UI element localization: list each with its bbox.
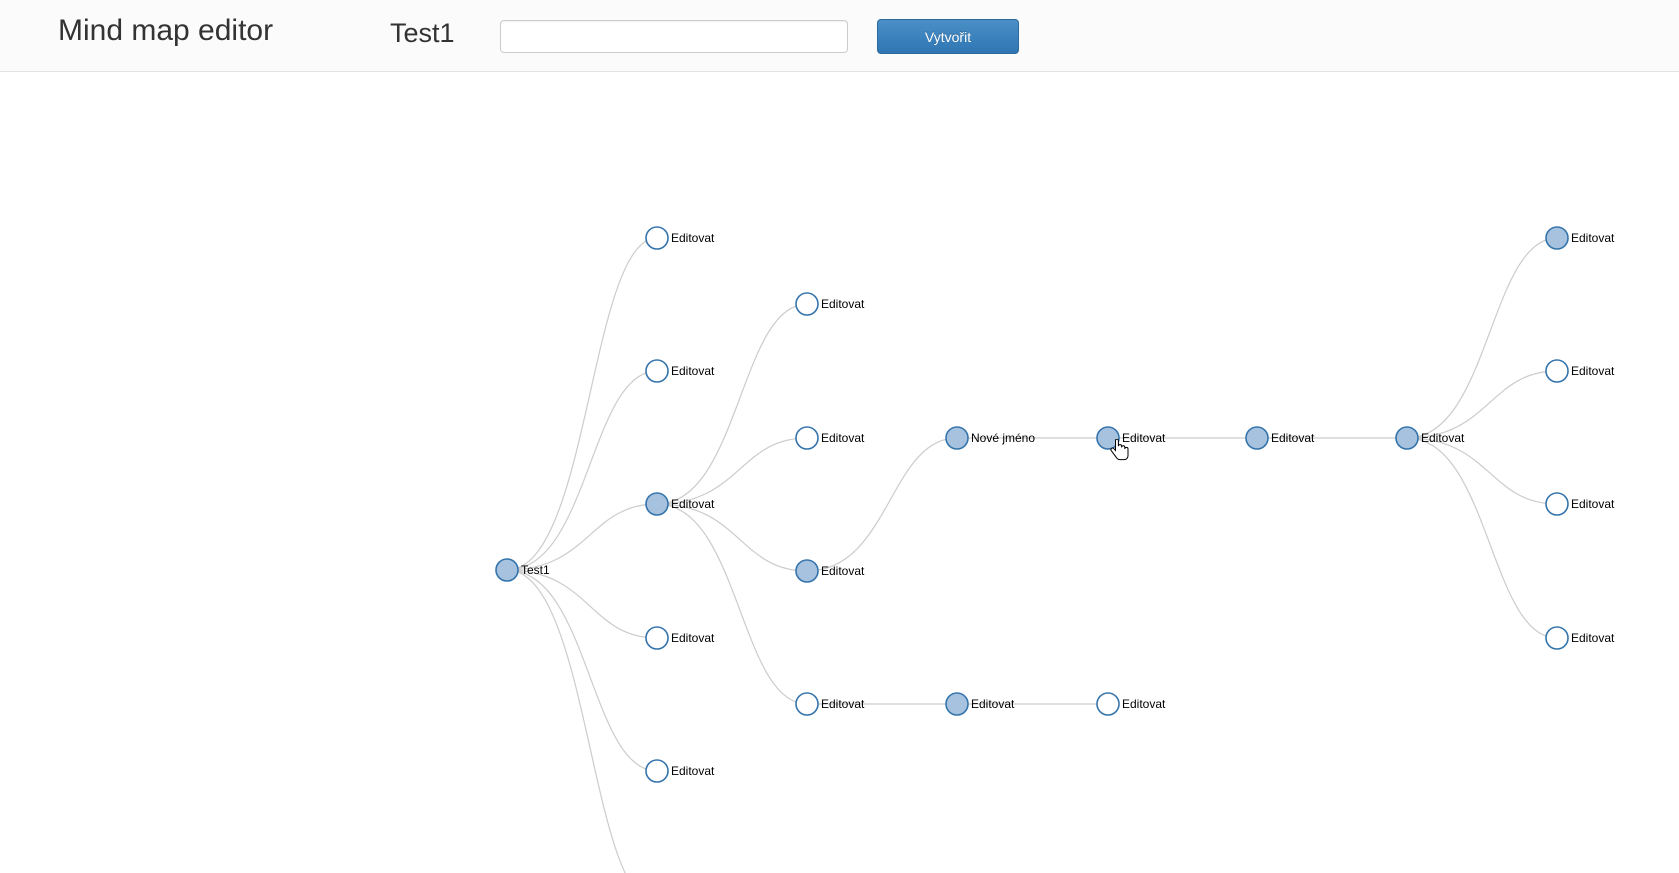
mindmap-edge	[1406, 437, 1558, 505]
mindmap-node-label[interactable]: Editovat	[821, 431, 865, 445]
current-map-name: Test1	[390, 18, 455, 48]
mindmap-node-circle[interactable]	[1545, 626, 1569, 650]
mindmap-node[interactable]: Editovat	[795, 426, 865, 450]
mindmap-node[interactable]: Editovat	[645, 626, 715, 650]
mindmap-node-label[interactable]: Editovat	[821, 297, 865, 311]
mindmap-node-circle[interactable]	[945, 426, 969, 450]
mindmap-node-circle[interactable]	[795, 426, 819, 450]
mindmap-nodes[interactable]: Test1 Editovat Editovat Editovat Editovat Edi…	[495, 226, 1615, 873]
mindmap-node-label[interactable]: Editovat	[671, 497, 715, 511]
mindmap-node-circle[interactable]	[795, 292, 819, 316]
top-bar: Mind map editor Test1 Vytvořit	[0, 0, 1679, 72]
mindmap-node-circle[interactable]	[945, 692, 969, 716]
mindmap-node-circle[interactable]	[1245, 426, 1269, 450]
mindmap-node-circle[interactable]	[645, 226, 669, 250]
mindmap-node-label[interactable]: Test1	[521, 563, 550, 577]
mindmap-edge	[1406, 370, 1558, 439]
mindmap-node-label[interactable]: Editovat	[821, 697, 865, 711]
mindmap-node-circle[interactable]	[645, 626, 669, 650]
mindmap-edge	[506, 370, 658, 571]
mindmap-node[interactable]: Editovat	[945, 692, 1015, 716]
mindmap-node[interactable]: Editovat	[1096, 692, 1166, 716]
mindmap-node[interactable]: Editovat	[1096, 426, 1166, 450]
mindmap-node[interactable]: Editovat	[1395, 426, 1465, 450]
new-map-name-input[interactable]	[500, 20, 848, 53]
mindmap-node-label[interactable]: Editovat	[1421, 431, 1465, 445]
mindmap-node-label[interactable]: Editovat	[1271, 431, 1315, 445]
mindmap-node-circle[interactable]	[495, 558, 519, 582]
mindmap-node-label[interactable]: Editovat	[1122, 431, 1166, 445]
mindmap-edge	[656, 437, 808, 505]
mindmap-edge	[1406, 437, 1558, 639]
mindmap-node-circle[interactable]	[795, 692, 819, 716]
mindmap-edge	[506, 237, 658, 571]
mindmap-node-circle[interactable]	[1395, 426, 1419, 450]
mindmap-node-label[interactable]: Editovat	[1571, 364, 1615, 378]
mindmap-node[interactable]: Editovat	[645, 759, 715, 783]
page-title: Mind map editor	[58, 14, 274, 47]
mindmap-edge	[656, 303, 808, 505]
mindmap-edge	[806, 437, 958, 572]
mindmap-node-circle[interactable]	[645, 359, 669, 383]
mindmap-edge	[506, 569, 658, 772]
mindmap-node[interactable]: Editovat	[1245, 426, 1315, 450]
mindmap-node[interactable]: Nové jméno	[945, 426, 1035, 450]
mindmap-node-label[interactable]: Editovat	[1122, 697, 1166, 711]
mindmap-node-label[interactable]: Editovat	[671, 764, 715, 778]
mindmap-node-circle[interactable]	[1545, 226, 1569, 250]
mindmap-node-label[interactable]: Editovat	[971, 697, 1015, 711]
mindmap-node[interactable]: Editovat	[645, 226, 715, 250]
mindmap-node-circle[interactable]	[1545, 359, 1569, 383]
mindmap-node[interactable]: Editovat	[1545, 226, 1615, 250]
mindmap-node-label[interactable]: Editovat	[671, 631, 715, 645]
mindmap-node[interactable]: Editovat	[795, 692, 865, 716]
mindmap-node-circle[interactable]	[645, 759, 669, 783]
mindmap-node-label[interactable]: Editovat	[821, 564, 865, 578]
mindmap-node-label[interactable]: Editovat	[1571, 231, 1615, 245]
mindmap-node[interactable]: Editovat	[645, 359, 715, 383]
mindmap-node-label[interactable]: Editovat	[671, 364, 715, 378]
mindmap-node-circle[interactable]	[1545, 492, 1569, 516]
mindmap-node[interactable]: Editovat	[1545, 359, 1615, 383]
mindmap-node[interactable]: Editovat	[1545, 492, 1615, 516]
mindmap-node-label[interactable]: Editovat	[1571, 631, 1615, 645]
mindmap-edge	[656, 503, 808, 572]
mindmap-node[interactable]: Editovat	[795, 292, 865, 316]
mindmap-node-label[interactable]: Nové jméno	[971, 431, 1035, 445]
mindmap-edge	[1406, 237, 1558, 439]
mindmap-node[interactable]: Test1	[495, 558, 550, 582]
mindmap-node[interactable]: Editovat	[795, 559, 865, 583]
mindmap-canvas[interactable]: Test1 Editovat Editovat Editovat Editovat Edi…	[0, 72, 1679, 873]
mindmap-node[interactable]: Editovat	[645, 492, 715, 516]
mindmap-node-label[interactable]: Editovat	[1571, 497, 1615, 511]
mindmap-node-circle[interactable]	[1096, 692, 1120, 716]
mindmap-node[interactable]: Editovat	[1545, 626, 1615, 650]
create-map-button[interactable]: Vytvořit	[877, 19, 1019, 54]
mindmap-node-circle[interactable]	[1096, 426, 1120, 450]
mindmap-edge	[506, 569, 626, 873]
mindmap-node-circle[interactable]	[795, 559, 819, 583]
mindmap-node-circle[interactable]	[645, 492, 669, 516]
mindmap-edge	[656, 503, 808, 705]
mindmap-node-label[interactable]: Editovat	[671, 231, 715, 245]
